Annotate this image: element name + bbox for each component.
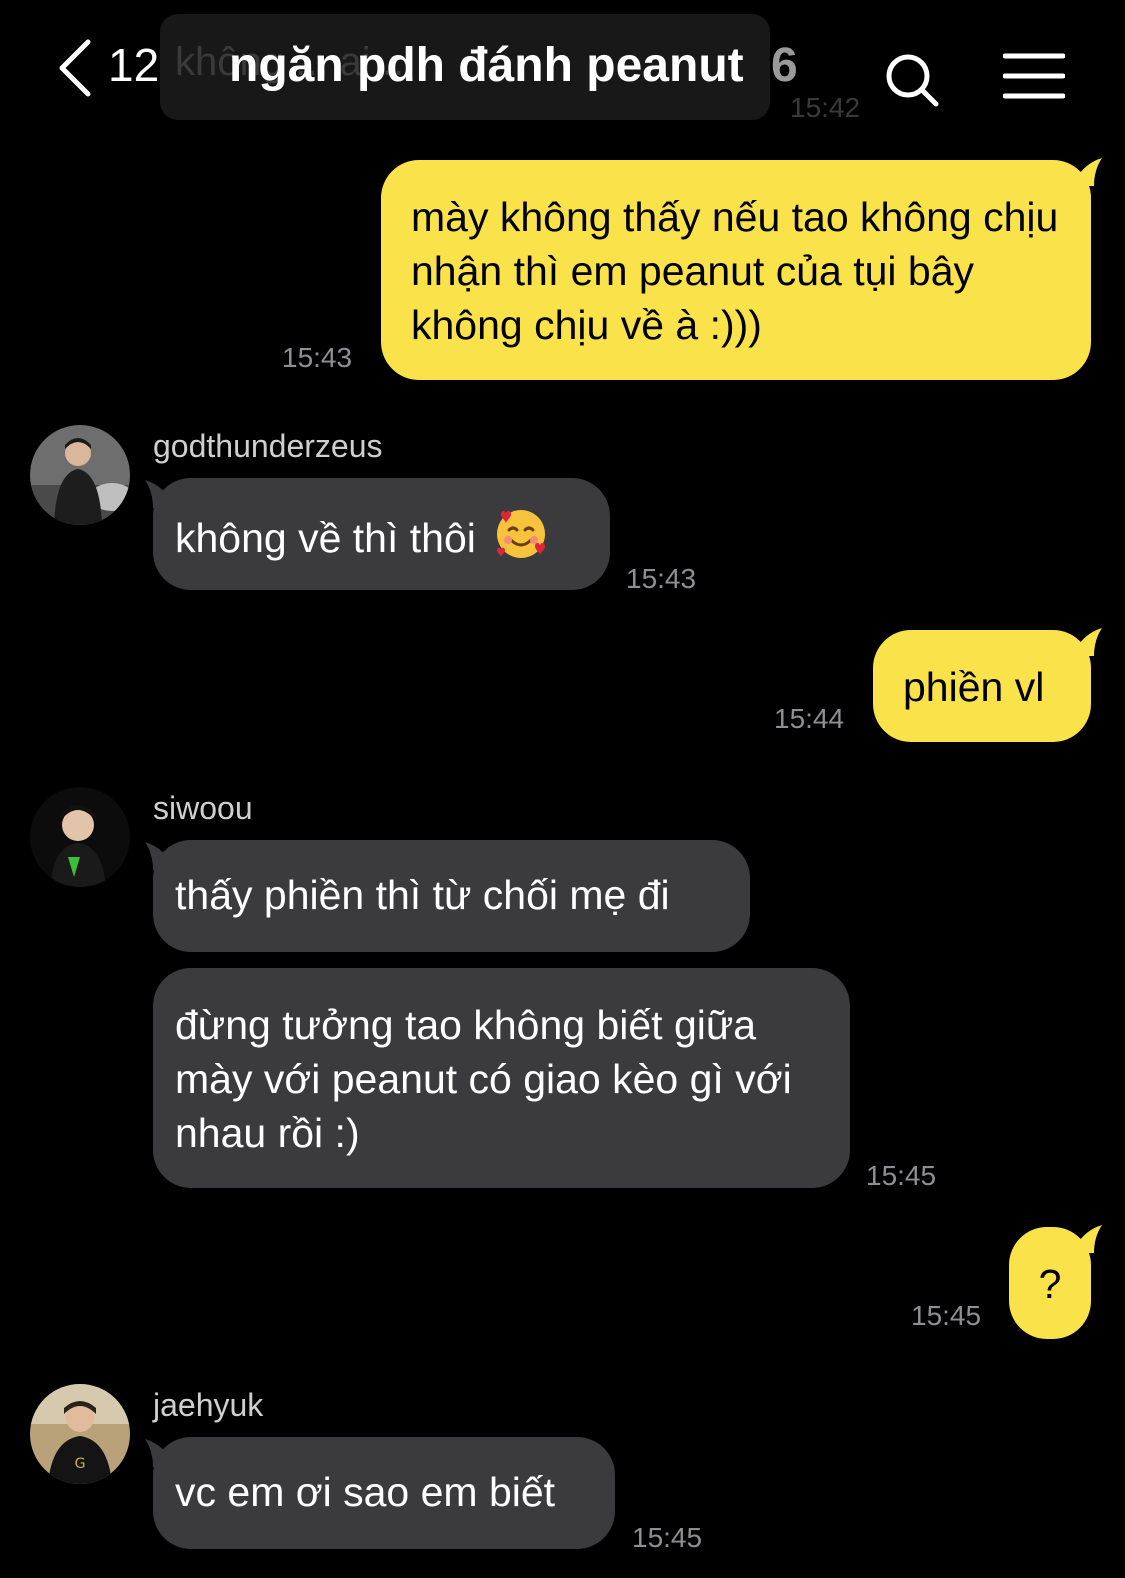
message-time: 15:45 xyxy=(866,1160,937,1191)
message-text: vc em ơi sao em biết xyxy=(175,1469,556,1515)
message-time: 15:43 xyxy=(282,342,353,373)
sender-name: jaehyuk xyxy=(153,1387,264,1423)
search-icon[interactable] xyxy=(884,52,940,108)
message-time: 15:44 xyxy=(774,703,845,734)
chat-header: không ... ai ... 15:42 12 ngăn pdh đánh … xyxy=(0,0,1125,150)
bubble-tail xyxy=(145,480,175,508)
bubble-tail xyxy=(1072,158,1102,186)
unread-count[interactable]: 12 xyxy=(108,38,159,92)
avatar-godthunderzeus[interactable] xyxy=(30,425,130,525)
message-text: không về thì thôi xyxy=(175,515,476,561)
message-time: 15:43 xyxy=(626,563,697,594)
message-text: mày không thấy nếu tao không chịu nhận t… xyxy=(411,194,1059,348)
incoming-message-bubble[interactable]: thấy phiền thì từ chối mẹ đi xyxy=(153,840,750,952)
bubble-tail xyxy=(145,842,175,870)
chat-title[interactable]: ngăn pdh đánh peanut xyxy=(229,38,744,93)
smiling-face-with-hearts-icon xyxy=(497,510,546,558)
bubble-tail xyxy=(1072,1225,1102,1253)
menu-icon[interactable] xyxy=(1003,52,1065,100)
bubble-tail xyxy=(1072,628,1102,656)
outgoing-message-bubble[interactable]: phiền vl xyxy=(873,630,1091,742)
incoming-message-bubble[interactable]: không về thì thôi xyxy=(153,478,610,590)
sender-name: godthunderzeus xyxy=(153,428,383,464)
back-chevron-icon[interactable] xyxy=(56,38,96,98)
svg-text:G: G xyxy=(75,1456,86,1472)
pinned-preview-time: 15:42 xyxy=(790,92,861,123)
message-text: ? xyxy=(1038,1261,1062,1307)
message-text: phiền vl xyxy=(903,664,1045,710)
message-time: 15:45 xyxy=(632,1522,703,1553)
avatar-siwoou[interactable] xyxy=(30,787,130,887)
message-text: đừng tưởng tao không biết giữa mày với p… xyxy=(175,1002,792,1156)
sender-name: siwoou xyxy=(153,790,253,826)
incoming-message-bubble[interactable]: đừng tưởng tao không biết giữa mày với p… xyxy=(153,968,850,1188)
avatar-jaehyuk[interactable]: G xyxy=(30,1384,130,1484)
outgoing-message-bubble[interactable]: mày không thấy nếu tao không chịu nhận t… xyxy=(381,160,1091,380)
message-text: thấy phiền thì từ chối mẹ đi xyxy=(175,872,670,918)
incoming-message-bubble[interactable]: vc em ơi sao em biết xyxy=(153,1437,615,1549)
member-count: 6 xyxy=(771,39,798,92)
bubble-tail xyxy=(145,1439,175,1467)
message-time: 15:45 xyxy=(911,1300,982,1331)
